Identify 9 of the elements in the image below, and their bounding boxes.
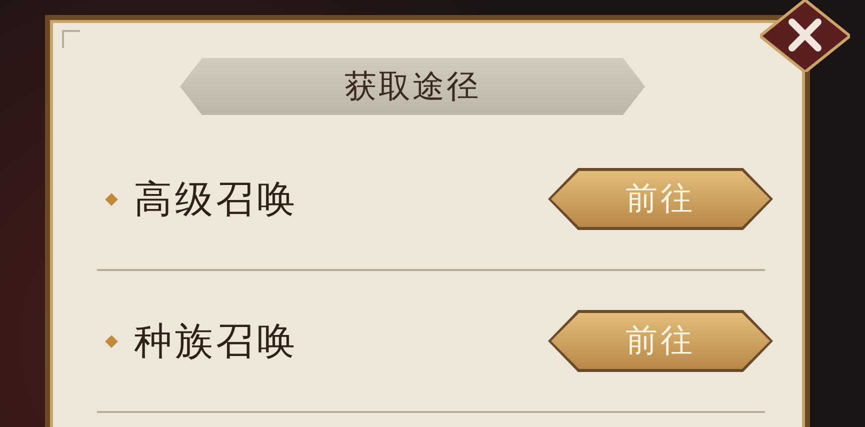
dialog-title: 获取途径	[180, 58, 645, 115]
corner-ornament-icon	[62, 30, 80, 48]
go-button[interactable]: 前往	[548, 310, 773, 372]
go-button[interactable]: 前往	[548, 168, 773, 230]
close-icon[interactable]	[760, 0, 850, 72]
bullet-icon	[105, 192, 118, 206]
bullet-icon	[105, 334, 118, 348]
source-label: 高级召唤	[134, 176, 299, 222]
source-label: 种族召唤	[134, 318, 299, 364]
